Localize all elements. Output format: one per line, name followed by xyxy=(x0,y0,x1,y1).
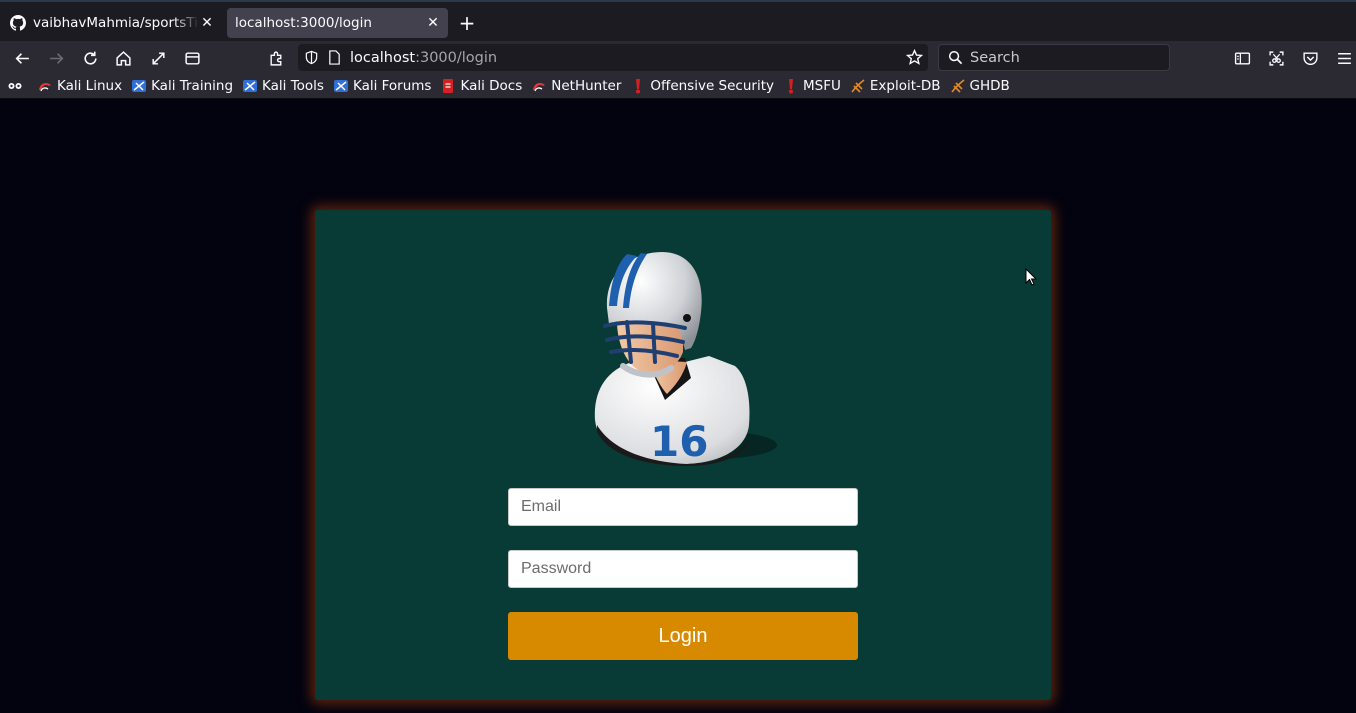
email-field[interactable] xyxy=(508,488,858,526)
pocket-button[interactable] xyxy=(1297,45,1323,71)
url-host: localhost xyxy=(350,49,416,66)
bookmark-kali-linux[interactable]: Kali Linux xyxy=(37,78,122,94)
menu-button[interactable] xyxy=(1331,45,1356,71)
tab-label: vaibhavMahmia/sportsTick xyxy=(33,15,199,31)
page-content: 16 Login xyxy=(0,99,1356,713)
mouse-pointer-icon xyxy=(1025,268,1037,286)
bookmark-label: Kali Forums xyxy=(352,78,432,94)
tab-label: localhost:3000/login xyxy=(235,15,372,31)
reload-button[interactable] xyxy=(77,45,103,71)
shield-icon[interactable] xyxy=(304,50,319,65)
bookmark-label: GHDB xyxy=(969,78,1010,94)
login-button[interactable]: Login xyxy=(508,612,858,660)
jersey-number: 16 xyxy=(650,417,708,466)
bookmark-label: Kali Docs xyxy=(460,78,523,94)
nethunter-icon xyxy=(533,82,546,92)
arrow-right-icon xyxy=(49,52,63,64)
close-tab-icon[interactable]: ✕ xyxy=(426,16,440,30)
login-card: 16 Login xyxy=(315,210,1051,700)
bookmark-label: NetHunter xyxy=(551,78,622,94)
kali-icon xyxy=(39,82,51,92)
pocket-icon xyxy=(1302,51,1318,65)
kali-forums-icon xyxy=(333,80,348,92)
bookmark-label: MSFU xyxy=(803,78,841,94)
bookmarks-toolbar: Kali Linux Kali Training Kali Tools Kali… xyxy=(0,74,1356,99)
bookmark-kali-dragon[interactable] xyxy=(7,78,27,94)
close-tab-icon[interactable]: ✕ xyxy=(200,16,214,30)
url-bar[interactable]: localhost:3000/login xyxy=(298,44,928,71)
search-icon xyxy=(948,50,963,65)
home-icon xyxy=(115,50,131,66)
bookmark-offensive-security[interactable]: Offensive Security xyxy=(630,78,774,94)
home-button[interactable] xyxy=(110,45,136,71)
expand-icon xyxy=(151,51,165,65)
bookmark-msfu[interactable]: MSFU xyxy=(783,78,841,94)
bookmark-kali-tools[interactable]: Kali Tools xyxy=(242,78,324,94)
tab-login[interactable]: localhost:3000/login ✕ xyxy=(227,8,448,38)
bookmark-kali-forums[interactable]: Kali Forums xyxy=(333,78,432,94)
back-button[interactable] xyxy=(9,45,35,71)
bookmark-nethunter[interactable]: NetHunter xyxy=(531,78,621,94)
bookmark-label: Offensive Security xyxy=(650,78,774,94)
kali-tools-icon xyxy=(243,80,258,92)
bookmark-label: Exploit-DB xyxy=(869,78,941,94)
star-icon[interactable] xyxy=(906,49,923,66)
screenshot-button[interactable] xyxy=(1263,45,1289,71)
window-icon xyxy=(184,51,200,65)
bookmark-label: Kali Linux xyxy=(57,78,123,94)
search-placeholder: Search xyxy=(970,49,1020,66)
forward-button[interactable] xyxy=(43,45,69,71)
reload-icon xyxy=(83,51,97,65)
password-field[interactable] xyxy=(508,550,858,588)
bookmark-exploit-db[interactable]: Exploit-DB xyxy=(850,78,941,94)
bookmark-label: Kali Tools xyxy=(262,78,324,94)
bookmark-ghdb[interactable]: GHDB xyxy=(950,78,1010,94)
offsec-icon xyxy=(636,79,641,94)
new-tab-button[interactable]: + xyxy=(456,13,478,35)
tab-strip: vaibhavMahmia/sportsTick ✕ localhost:300… xyxy=(0,0,1356,43)
bookmark-kali-docs[interactable]: Kali Docs xyxy=(440,78,522,94)
reader-icon xyxy=(1234,51,1250,65)
kali-training-icon xyxy=(132,80,147,92)
extensions-button[interactable] xyxy=(263,45,289,71)
url-path: :3000/login xyxy=(415,49,498,66)
github-icon xyxy=(10,15,26,31)
reader-view-button[interactable] xyxy=(1229,45,1255,71)
tab-github[interactable]: vaibhavMahmia/sportsTick ✕ xyxy=(4,8,222,38)
ghdb-icon xyxy=(950,79,965,93)
football-player-avatar-icon: 16 xyxy=(594,252,777,466)
bookmark-kali-training[interactable]: Kali Training xyxy=(131,78,233,94)
fullscreen-button[interactable] xyxy=(145,45,171,71)
kali-dragon-icon xyxy=(8,83,22,89)
hamburger-menu-icon xyxy=(1337,52,1351,64)
url-text: localhost:3000/login xyxy=(350,50,497,66)
screenshot-icon xyxy=(1268,50,1284,66)
page-icon[interactable] xyxy=(328,50,341,65)
kali-docs-icon xyxy=(443,79,454,93)
bookmark-label: Kali Training xyxy=(151,78,234,94)
sidebar-toggle-button[interactable] xyxy=(179,45,205,71)
msfu-icon xyxy=(789,79,793,94)
navigation-toolbar: localhost:3000/login Search xyxy=(0,41,1356,74)
arrow-left-icon xyxy=(15,52,29,64)
exploitdb-icon xyxy=(851,79,865,93)
search-bar[interactable]: Search xyxy=(938,44,1170,71)
puzzle-icon xyxy=(269,51,281,66)
